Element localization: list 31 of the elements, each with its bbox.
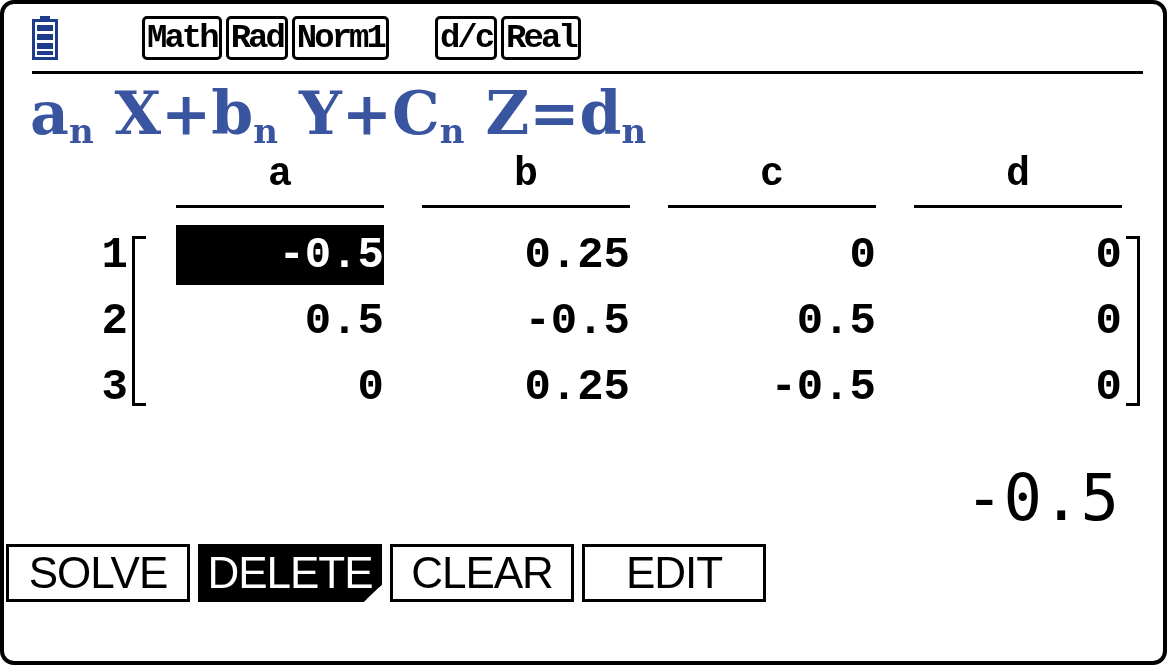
- row-number: 2: [100, 295, 128, 348]
- column-header: d: [914, 148, 1122, 208]
- mode-indicator: Rad: [225, 15, 288, 60]
- function-key[interactable]: CLEAR: [390, 544, 574, 602]
- matrix-cell[interactable]: 0.25: [422, 357, 630, 417]
- matrix-cell[interactable]: -0.5: [422, 291, 630, 351]
- matrix-cell[interactable]: 0.25: [422, 225, 630, 285]
- equation-title: a$_{n}$ X+b$_{n}$ Y+C$_{n}$ Z=d$_{n}$: [30, 78, 648, 148]
- battery-icon: [32, 15, 58, 60]
- column-header: a: [176, 148, 384, 208]
- matrix-cell[interactable]: 0: [914, 357, 1122, 417]
- matrix-cell[interactable]: -0.5: [668, 357, 876, 417]
- row-number: 1: [100, 229, 128, 282]
- row-number: 3: [100, 361, 128, 414]
- matrix-cell[interactable]: 0: [914, 225, 1122, 285]
- mode-indicator: Norm1: [291, 15, 389, 60]
- function-key[interactable]: EDIT: [582, 544, 766, 602]
- function-key[interactable]: SOLVE: [6, 544, 190, 602]
- mode-indicator: d/c: [434, 15, 498, 60]
- mode-indicator: Real: [501, 15, 581, 60]
- matrix-cell[interactable]: 0: [914, 291, 1122, 351]
- matrix-cell[interactable]: 0.5: [668, 291, 876, 351]
- matrix-cell[interactable]: 0.5: [176, 291, 384, 351]
- matrix-cell[interactable]: 0: [176, 357, 384, 417]
- function-key[interactable]: DELETE: [198, 544, 382, 602]
- matrix-cell[interactable]: -0.5: [176, 225, 384, 285]
- input-line: -0.5: [963, 460, 1119, 537]
- column-header: c: [668, 148, 876, 208]
- column-header: b: [422, 148, 630, 208]
- matrix-cell[interactable]: 0: [668, 225, 876, 285]
- mode-indicator: Math: [142, 15, 222, 60]
